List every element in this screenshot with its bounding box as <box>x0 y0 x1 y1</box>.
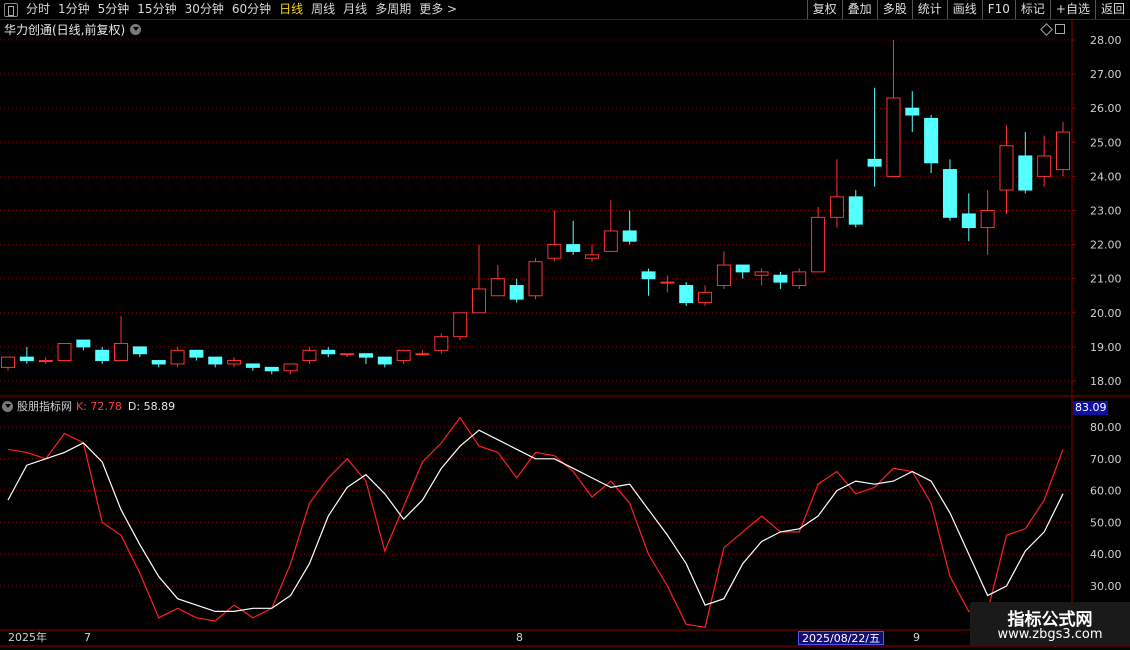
price-tick-label: 26.00 <box>1090 102 1122 115</box>
candle-body <box>585 254 600 259</box>
candle-body <box>490 278 505 297</box>
candle-body <box>905 107 920 116</box>
indicator-tick-label: 40.00 <box>1090 548 1122 561</box>
candle-body <box>829 196 844 218</box>
candle-body <box>754 271 769 276</box>
price-tick-label: 22.00 <box>1090 239 1122 252</box>
candle-body <box>509 285 524 300</box>
price-tick-label: 21.00 <box>1090 273 1122 286</box>
candle-body <box>358 353 373 358</box>
d-line <box>7 429 1064 613</box>
candle-body <box>95 349 110 362</box>
month-label-9: 9 <box>913 631 920 644</box>
candle-body <box>528 261 543 297</box>
candle-body <box>189 349 204 358</box>
price-tick-label: 18.00 <box>1090 375 1122 388</box>
candle-body <box>340 353 355 356</box>
watermark: 指标公式网 www.zbgs3.com <box>970 602 1130 646</box>
candle-body <box>132 346 147 355</box>
candle-body <box>283 363 298 372</box>
indicator-bar: 股朋指标网 K: 72.78 D: 58.89 <box>2 398 175 414</box>
candle-body <box>679 285 694 304</box>
month-label-7: 7 <box>84 631 91 644</box>
candle-body <box>114 342 129 362</box>
candle-body <box>942 169 957 218</box>
watermark-url: www.zbgs3.com <box>997 627 1103 642</box>
price-tick-label: 28.00 <box>1090 34 1122 47</box>
candle-body <box>773 274 788 283</box>
window-icon[interactable] <box>1055 24 1065 34</box>
candle-body <box>811 216 826 273</box>
indicator-tick-label: 80.00 <box>1090 421 1122 434</box>
candle-body <box>792 271 807 287</box>
candle-body <box>622 230 637 242</box>
price-tick-label: 19.00 <box>1090 341 1122 354</box>
candle-body <box>415 353 430 356</box>
indicator-menu-icon[interactable] <box>2 400 13 412</box>
candle-body <box>208 356 223 365</box>
candle-body <box>886 97 901 177</box>
stock-title: 华力创通(日线,前复权) <box>4 22 126 37</box>
stock-title-bar: 华力创通(日线,前复权) <box>4 21 142 37</box>
candle-body <box>980 210 995 229</box>
price-tick-label: 24.00 <box>1090 170 1122 183</box>
candle-body <box>547 244 562 259</box>
chevron-down-icon[interactable] <box>130 23 142 35</box>
candle-body <box>38 360 53 363</box>
top-right-icons <box>1040 22 1065 36</box>
candle-body <box>735 264 750 273</box>
candle-body <box>566 244 581 252</box>
candle-body <box>603 230 618 252</box>
indicator-tick-label: 30.00 <box>1090 580 1122 593</box>
price-tick-label: 20.00 <box>1090 307 1122 320</box>
chart-canvas[interactable]: 28.00 27.00 26.00 25.00 24.00 23.00 22.00 21.00… <box>0 0 1130 650</box>
candle-body <box>1018 155 1033 191</box>
candle-body <box>1 356 15 368</box>
candle-body <box>1037 155 1052 177</box>
candle-body <box>76 339 91 348</box>
candle-body <box>999 145 1014 191</box>
candle-body <box>302 349 317 362</box>
k-value-label: K: 72.78 <box>76 399 122 413</box>
price-tick-label: 25.00 <box>1090 136 1122 149</box>
candle-body <box>867 158 882 167</box>
candle-body <box>245 363 260 368</box>
diamond-icon[interactable] <box>1040 22 1053 36</box>
month-label-8: 8 <box>516 631 523 644</box>
candle-body <box>848 196 863 225</box>
price-tick-label: 27.00 <box>1090 68 1122 81</box>
candle-body <box>961 213 976 229</box>
d-value-label: D: 58.89 <box>127 399 176 413</box>
candle-body <box>471 288 486 314</box>
indicator-value-box: 83.09 <box>1073 401 1108 415</box>
candle-body <box>151 360 166 365</box>
candle-body <box>377 356 392 365</box>
candle-body <box>716 264 731 287</box>
candle-body <box>396 349 411 362</box>
year-label: 2025年 <box>8 631 47 644</box>
candle-body <box>641 271 656 280</box>
candle-body <box>924 117 939 164</box>
candle-body <box>19 356 34 362</box>
candle-body <box>57 342 72 362</box>
indicator-tick-label: 70.00 <box>1090 453 1122 466</box>
date-cursor-box: 2025/08/22/五 <box>798 631 885 645</box>
indicator-tick-label: 60.00 <box>1090 485 1122 498</box>
price-tick-label: 23.00 <box>1090 205 1122 218</box>
candle-body <box>453 312 468 338</box>
candle-body <box>170 349 185 365</box>
candle-body <box>660 281 675 284</box>
candle-body <box>698 291 713 304</box>
candle-body <box>434 336 449 351</box>
candle-body <box>1056 131 1070 171</box>
indicator-name[interactable]: 股朋指标网 <box>17 398 72 414</box>
indicator-tick-label: 50.00 <box>1090 516 1122 529</box>
candle-body <box>321 349 336 355</box>
candle-body <box>227 360 242 365</box>
candle-body <box>264 366 279 372</box>
